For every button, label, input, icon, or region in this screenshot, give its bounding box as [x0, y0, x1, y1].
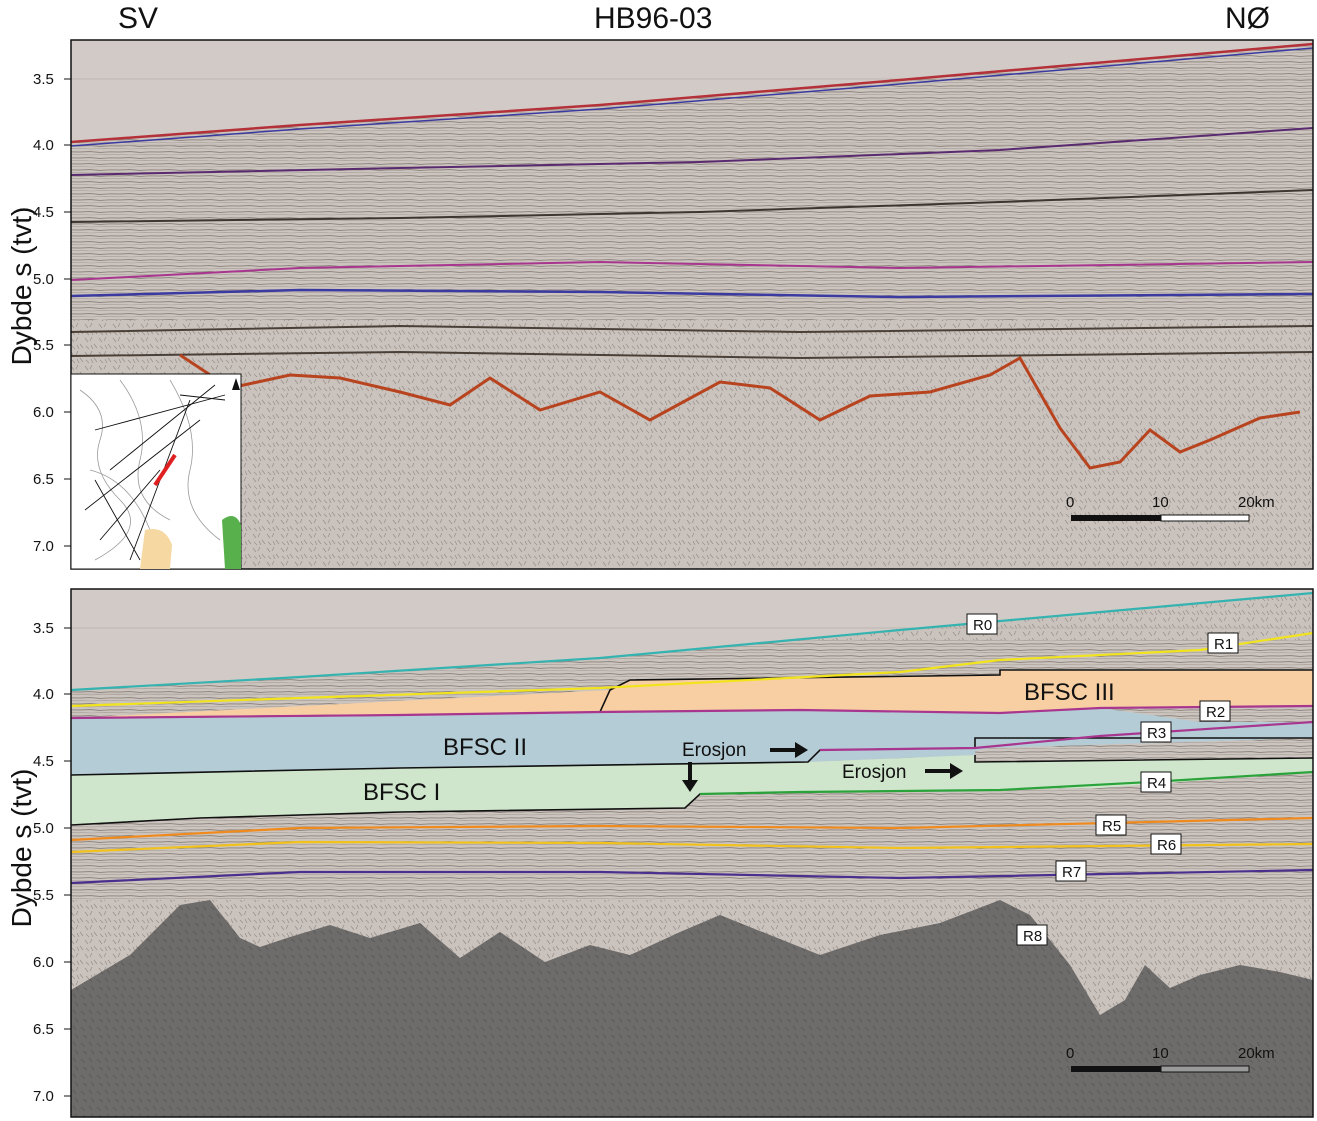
y-tick-label: 5.0 [33, 271, 54, 288]
svg-text:R5: R5 [1102, 818, 1121, 835]
y-tick-label: 6.5 [33, 471, 54, 488]
scale-label-20km: 20km [1238, 494, 1275, 511]
seismic-figure: 0 10 20km Erosjon Erosjon BFSC III BFSC … [33, 39, 1314, 1118]
y-tick-label: 6.0 [33, 404, 54, 421]
y-tick-label: 4.5 [33, 204, 54, 221]
y-tick-label: 5.5 [33, 887, 54, 904]
y-tick-label: 3.5 [33, 71, 54, 88]
scale-label-0: 0 [1066, 1045, 1074, 1062]
reflector-label-r4: R4 [1140, 771, 1172, 793]
svg-text:R1: R1 [1214, 636, 1233, 653]
erosion-label-2: Erosjon [842, 762, 906, 783]
top-seismic-panel: 0 10 20km [71, 40, 1313, 569]
reflector-label-r3: R3 [1140, 721, 1172, 743]
reflector-label-r2: R2 [1199, 700, 1231, 722]
svg-text:R2: R2 [1206, 704, 1225, 721]
y-tick-label: 7.0 [33, 538, 54, 555]
scale-label-10: 10 [1152, 1045, 1169, 1062]
y-tick-label: 4.0 [33, 686, 54, 703]
y-tick-label: 4.5 [33, 753, 54, 770]
svg-text:R8: R8 [1023, 928, 1042, 945]
svg-text:R4: R4 [1147, 775, 1166, 792]
reflector-label-r0: R0 [966, 613, 998, 635]
bottom-y-axis: 3.5 4.0 4.5 5.0 5.5 6.0 6.5 7.0 [33, 620, 71, 1105]
svg-text:R6: R6 [1157, 837, 1176, 854]
scale-label-20km: 20km [1238, 1045, 1275, 1062]
erosion-label-1: Erosjon [682, 740, 746, 761]
location-inset-map [70, 373, 242, 570]
y-tick-label: 6.0 [33, 954, 54, 971]
reflector-label-r5: R5 [1095, 814, 1127, 836]
bottom-interpreted-panel: Erosjon Erosjon BFSC III BFSC II BFSC I … [71, 589, 1313, 1117]
y-tick-label: 6.5 [33, 1021, 54, 1038]
bfsc-ii-label: BFSC II [443, 734, 527, 761]
y-tick-label: 3.5 [33, 620, 54, 637]
top-y-axis: 3.5 4.0 4.5 5.0 5.5 6.0 6.5 7.0 [33, 71, 71, 555]
reflector-label-r1: R1 [1207, 632, 1239, 654]
reflector-label-r8: R8 [1016, 924, 1048, 946]
svg-text:R0: R0 [973, 617, 992, 634]
y-tick-label: 4.0 [33, 137, 54, 154]
reflector-label-r7: R7 [1055, 860, 1087, 882]
y-tick-label: 5.5 [33, 337, 54, 354]
y-tick-label: 5.0 [33, 820, 54, 837]
svg-text:R7: R7 [1062, 864, 1081, 881]
scale-label-0: 0 [1066, 494, 1074, 511]
svg-text:R3: R3 [1147, 725, 1166, 742]
scale-label-10: 10 [1152, 494, 1169, 511]
y-tick-label: 7.0 [33, 1088, 54, 1105]
reflector-label-r6: R6 [1150, 833, 1182, 855]
bfsc-iii-label: BFSC III [1024, 679, 1115, 706]
bfsc-i-label: BFSC I [363, 779, 440, 806]
